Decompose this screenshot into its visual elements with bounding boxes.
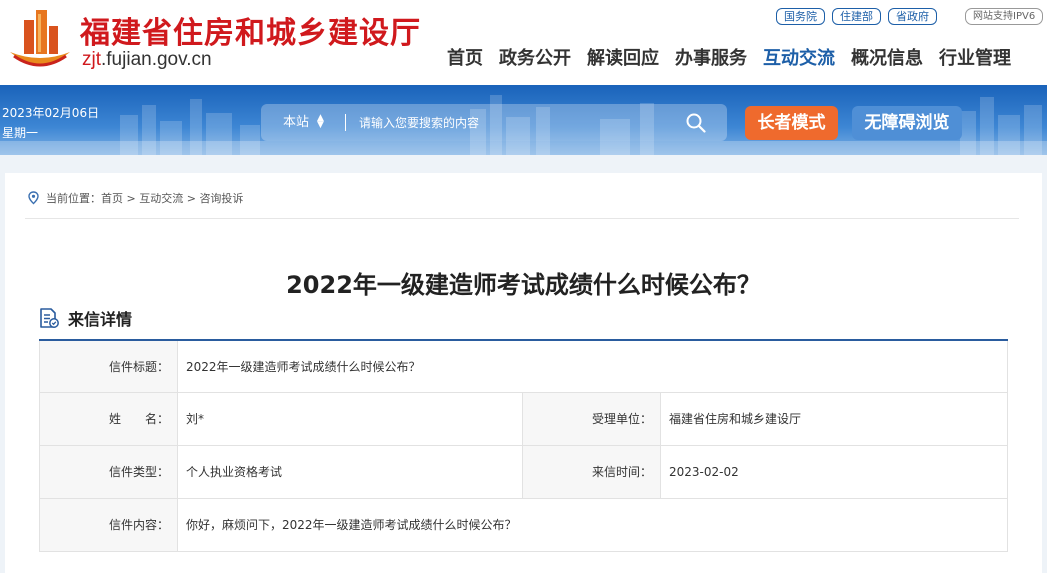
logo-emblem-icon[interactable] bbox=[6, 6, 74, 72]
content-value: 你好，麻烦问下，2022年一级建造师考试成绩什么时候公布？ bbox=[176, 497, 1009, 552]
nav-interaction[interactable]: 互动交流 bbox=[763, 44, 835, 70]
breadcrumb-divider bbox=[25, 218, 1019, 219]
breadcrumb: 当前位置： 首页 > 互动交流 > 咨询投诉 bbox=[27, 190, 243, 206]
elder-mode-button[interactable]: 长者模式 bbox=[745, 106, 838, 140]
section-header: 来信详情 bbox=[38, 306, 132, 330]
time-value: 2023-02-02 bbox=[659, 444, 1009, 499]
site-header: 福建省住房和城乡建设厅 zjt.fujian.gov.cn 国务院 住建部 省政… bbox=[0, 0, 1047, 85]
letter-document-icon bbox=[40, 308, 59, 328]
nav-services[interactable]: 办事服务 bbox=[675, 44, 747, 70]
ipv6-badge: 网站支持IPV6 bbox=[965, 8, 1044, 25]
domain-prefix: zjt bbox=[82, 49, 101, 70]
nav-industry[interactable]: 行业管理 bbox=[939, 44, 1011, 70]
nav-overview[interactable]: 概况信息 bbox=[851, 44, 923, 70]
breadcrumb-consult[interactable]: 咨询投诉 bbox=[199, 190, 243, 206]
site-name[interactable]: 福建省住房和城乡建设厅 bbox=[80, 8, 421, 52]
top-link-province-gov[interactable]: 省政府 bbox=[888, 8, 937, 25]
letter-detail-table: 信件标题： 2022年一级建造师考试成绩什么时候公布？ 姓 名： 刘* 受理单位… bbox=[39, 339, 1009, 552]
section-title: 来信详情 bbox=[68, 310, 133, 329]
content-panel: 当前位置： 首页 > 互动交流 > 咨询投诉 2022年一级建造师考试成绩什么时… bbox=[5, 173, 1042, 573]
breadcrumb-prefix: 当前位置： bbox=[46, 192, 101, 205]
dept-label: 受理单位： bbox=[522, 391, 661, 446]
search-scope-select[interactable]: 本站 bbox=[283, 104, 309, 141]
nav-gov-affairs[interactable]: 政务公开 bbox=[499, 44, 571, 70]
date-display: 2023年02月06日 星期一 bbox=[2, 103, 99, 143]
table-row: 信件内容： 你好，麻烦问下，2022年一级建造师考试成绩什么时候公布？ bbox=[39, 497, 1009, 552]
search-divider bbox=[345, 114, 346, 131]
name-value: 刘* bbox=[177, 391, 523, 446]
type-label: 信件类型： bbox=[39, 444, 178, 499]
dept-value: 福建省住房和城乡建设厅 bbox=[659, 391, 1009, 446]
table-row: 信件标题： 2022年一级建造师考试成绩什么时候公布？ bbox=[39, 339, 1009, 393]
site-domain: zjt.fujian.gov.cn bbox=[82, 49, 212, 71]
letter-title-label: 信件标题： bbox=[39, 339, 178, 393]
domain-rest: .fujian.gov.cn bbox=[101, 49, 212, 70]
breadcrumb-sep-2: > bbox=[183, 191, 200, 205]
breadcrumb-home[interactable]: 首页 bbox=[101, 190, 123, 206]
breadcrumb-sep-1: > bbox=[123, 191, 140, 205]
accessible-browse-button[interactable]: 无障碍浏览 bbox=[852, 106, 962, 140]
search-icon[interactable] bbox=[685, 112, 707, 134]
top-link-mohurd[interactable]: 住建部 bbox=[832, 8, 881, 25]
table-row: 信件类型： 个人执业资格考试 来信时间： 2023-02-02 bbox=[39, 444, 1009, 499]
time-label: 来信时间： bbox=[522, 444, 661, 499]
top-links: 国务院 住建部 省政府 bbox=[776, 8, 937, 25]
nav-interpretation[interactable]: 解读回应 bbox=[587, 44, 659, 70]
type-value: 个人执业资格考试 bbox=[177, 444, 523, 499]
search-box: 本站 ▲ ▼ bbox=[261, 104, 727, 141]
scope-updown-icon[interactable]: ▲ ▼ bbox=[317, 114, 324, 130]
main-nav: 首页 政务公开 解读回应 办事服务 互动交流 概况信息 行业管理 bbox=[447, 44, 1011, 70]
search-input[interactable] bbox=[359, 110, 669, 135]
page-title: 2022年一级建造师考试成绩什么时候公布？ bbox=[286, 271, 761, 299]
table-row: 姓 名： 刘* 受理单位： 福建省住房和城乡建设厅 bbox=[39, 391, 1009, 446]
nav-home[interactable]: 首页 bbox=[447, 44, 483, 70]
letter-title-value: 2022年一级建造师考试成绩什么时候公布？ bbox=[176, 339, 1009, 393]
current-date: 2023年02月06日 bbox=[2, 106, 100, 120]
current-weekday: 星期一 bbox=[2, 126, 39, 140]
name-label: 姓 名： bbox=[39, 391, 178, 446]
content-label: 信件内容： bbox=[39, 497, 178, 552]
breadcrumb-interaction[interactable]: 互动交流 bbox=[139, 190, 183, 206]
top-link-state-council[interactable]: 国务院 bbox=[776, 8, 825, 25]
location-pin-icon bbox=[28, 191, 39, 205]
